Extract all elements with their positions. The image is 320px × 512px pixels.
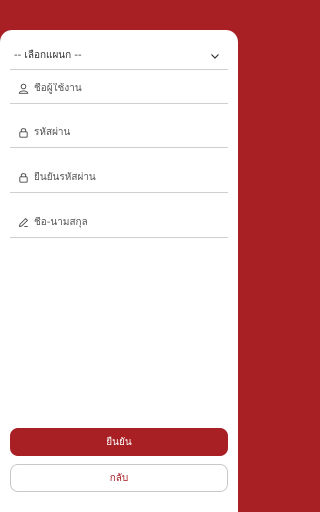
confirm-button[interactable]: ยืนยัน: [10, 428, 228, 456]
password-input[interactable]: [34, 127, 228, 138]
back-button[interactable]: กลับ: [10, 464, 228, 492]
fullname-input[interactable]: [34, 217, 228, 228]
department-select-value: -- เลือกแผนก --: [14, 50, 82, 61]
form-sheet: -- เลือกแผนก -- ชื่อผู้ใช้งาน ชื่อ-นามสก…: [0, 30, 238, 512]
username-input[interactable]: [34, 83, 228, 94]
chevron-down-icon: [210, 50, 222, 62]
user-icon: [18, 83, 30, 95]
pencil-icon: [18, 217, 30, 229]
confirm-password-input[interactable]: [34, 172, 228, 183]
lock-icon: [18, 127, 30, 139]
fullname-field: [10, 208, 228, 238]
username-field: [10, 74, 228, 104]
confirm-password-field: [10, 163, 228, 193]
app-screen: -- เลือกแผนก -- ชื่อผู้ใช้งาน ชื่อ-นามสก…: [0, 0, 238, 512]
department-select[interactable]: -- เลือกแผนก --: [10, 42, 228, 70]
lock-icon: [18, 172, 30, 184]
password-field: [10, 118, 228, 148]
